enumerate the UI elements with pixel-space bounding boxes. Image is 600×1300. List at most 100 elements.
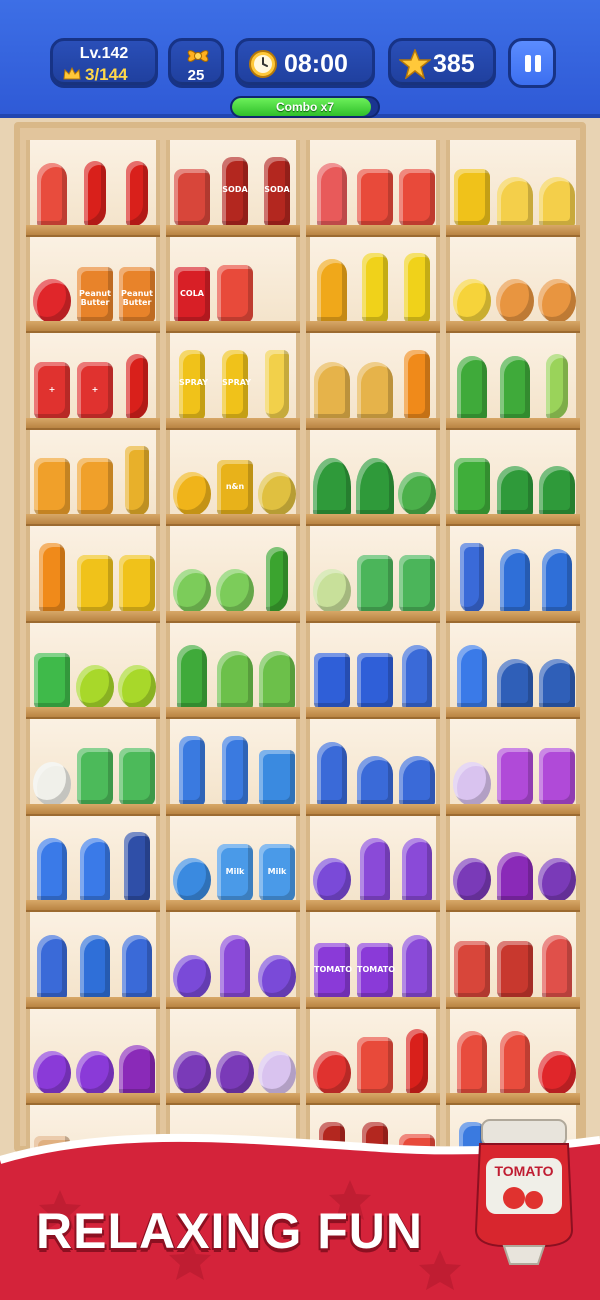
lyre-item[interactable] <box>215 635 255 709</box>
strawberry-item[interactable] <box>537 1021 577 1095</box>
shelf-slot[interactable]: SPRAY SPRAY <box>166 333 300 430</box>
croissant-item[interactable] <box>495 249 535 323</box>
ice-pop-item[interactable] <box>537 925 577 999</box>
quill-inkwell-item[interactable] <box>117 1021 157 1095</box>
spray-bottle-item[interactable]: SPRAY <box>215 346 255 420</box>
hair-brush-item[interactable] <box>397 925 437 999</box>
peanut-butter-jar-item[interactable]: Peanut Butter <box>75 249 115 323</box>
hair-brush-item[interactable] <box>312 153 352 227</box>
lucky-cat-item[interactable] <box>452 732 492 806</box>
table-lamp-item[interactable] <box>537 153 577 227</box>
lollipop-item[interactable] <box>452 635 492 709</box>
shelf-slot[interactable] <box>306 526 440 623</box>
backpack-item[interactable] <box>75 442 115 516</box>
microphone-item[interactable] <box>537 539 577 613</box>
ice-pop-item[interactable] <box>312 249 352 323</box>
sand-bucket-item[interactable] <box>257 732 297 806</box>
lyre-item[interactable] <box>312 346 352 420</box>
hourglass-item[interactable] <box>75 539 115 613</box>
hourglass-item[interactable] <box>495 732 535 806</box>
shelf-slot[interactable] <box>306 236 440 333</box>
shelf-slot[interactable] <box>446 622 580 719</box>
croissant-item[interactable] <box>537 249 577 323</box>
peanut-butter-jar-item[interactable]: Peanut Butter <box>117 249 157 323</box>
quill-inkwell-item[interactable] <box>495 635 535 709</box>
snake-in-hat-item[interactable] <box>172 1021 212 1095</box>
bok-choy-item[interactable] <box>172 539 212 613</box>
spray-bottle-item[interactable]: SPRAY <box>172 346 212 420</box>
strawberry-item[interactable] <box>32 249 72 323</box>
snake-in-hat-item[interactable] <box>215 1021 255 1095</box>
candy-bag-item[interactable]: n&n <box>215 442 255 516</box>
monster-toy-item[interactable] <box>172 925 212 999</box>
electric-shaver-item[interactable] <box>117 828 157 902</box>
lollipop-item[interactable] <box>32 153 72 227</box>
shelf-slot[interactable] <box>446 815 580 912</box>
snake-in-hat-item[interactable] <box>537 828 577 902</box>
tomato-chips-bag-item[interactable]: TOMATO <box>312 925 352 999</box>
desk-fan-item[interactable] <box>75 1021 115 1095</box>
shelf-slot[interactable]: TOMATO TOMATO <box>306 912 440 1009</box>
chili-pepper-item[interactable] <box>117 153 157 227</box>
ice-pop-item[interactable] <box>452 346 492 420</box>
green-pepper-item[interactable] <box>257 539 297 613</box>
blender-item[interactable] <box>355 539 395 613</box>
nail-polish-item[interactable] <box>215 732 255 806</box>
shelf-slot[interactable] <box>446 526 580 623</box>
shelf-slot[interactable] <box>306 140 440 237</box>
chili-pepper-item[interactable] <box>75 153 115 227</box>
blender-item[interactable] <box>355 153 395 227</box>
orange-juice-bottle-item[interactable] <box>397 346 437 420</box>
first-aid-kit-item[interactable]: + <box>32 346 72 420</box>
shelf-slot[interactable]: n&n <box>166 429 300 526</box>
gift-panel[interactable]: 25 <box>168 38 224 88</box>
microphone-item[interactable] <box>75 925 115 999</box>
shelf-slot[interactable]: COLA <box>166 236 300 333</box>
lyre-item[interactable] <box>355 346 395 420</box>
magnifying-glass-item[interactable] <box>117 925 157 999</box>
treble-clef-trophy-item[interactable] <box>117 442 157 516</box>
electric-guitar-item[interactable] <box>257 346 297 420</box>
lollipop-item[interactable] <box>452 1021 492 1095</box>
shelf-slot[interactable] <box>306 1008 440 1105</box>
christmas-tree-item[interactable] <box>312 442 352 516</box>
tissue-box-item[interactable] <box>117 732 157 806</box>
cola-can-item[interactable]: COLA <box>172 249 212 323</box>
chili-pepper-item[interactable] <box>397 1021 437 1095</box>
shelf-slot[interactable] <box>446 912 580 1009</box>
speaker-item[interactable] <box>452 442 492 516</box>
broccoli-item[interactable] <box>312 539 352 613</box>
lollipop-item[interactable] <box>75 828 115 902</box>
cuckoo-clock-item[interactable] <box>172 153 212 227</box>
milk-carton-item[interactable]: Milk <box>257 828 297 902</box>
megaphone-item[interactable] <box>172 828 212 902</box>
compass-item[interactable] <box>257 442 297 516</box>
blender-item[interactable] <box>452 153 492 227</box>
shelf-slot[interactable] <box>446 719 580 816</box>
snake-in-hat-item[interactable] <box>452 828 492 902</box>
shelf-slot[interactable] <box>26 719 160 816</box>
battery-item[interactable] <box>312 635 352 709</box>
quill-inkwell-item[interactable] <box>495 828 535 902</box>
shelf-slot[interactable] <box>166 622 300 719</box>
lyre-item[interactable] <box>257 635 297 709</box>
shelf-slot[interactable] <box>166 912 300 1009</box>
cuckoo-clock-item[interactable] <box>452 925 492 999</box>
blender-item[interactable] <box>215 249 255 323</box>
nail-polish-item[interactable] <box>355 249 395 323</box>
shelf-slot[interactable]: SODA SODA <box>166 140 300 237</box>
tumbler-cup-item[interactable] <box>32 635 72 709</box>
nail-polish-item[interactable] <box>397 249 437 323</box>
lollipop-item[interactable] <box>32 828 72 902</box>
shelf-slot[interactable] <box>306 429 440 526</box>
shelf-slot[interactable] <box>166 526 300 623</box>
first-aid-kit-item[interactable]: + <box>75 346 115 420</box>
shelf-slot[interactable] <box>166 719 300 816</box>
shelf-slot[interactable] <box>26 815 160 912</box>
hair-brush-item[interactable] <box>397 828 437 902</box>
shelf-slot[interactable] <box>26 1008 160 1105</box>
shelf-slot[interactable] <box>446 140 580 237</box>
electric-guitar-item[interactable] <box>452 539 492 613</box>
shelf-slot[interactable] <box>306 622 440 719</box>
shelf-slot[interactable]: + + <box>26 333 160 430</box>
